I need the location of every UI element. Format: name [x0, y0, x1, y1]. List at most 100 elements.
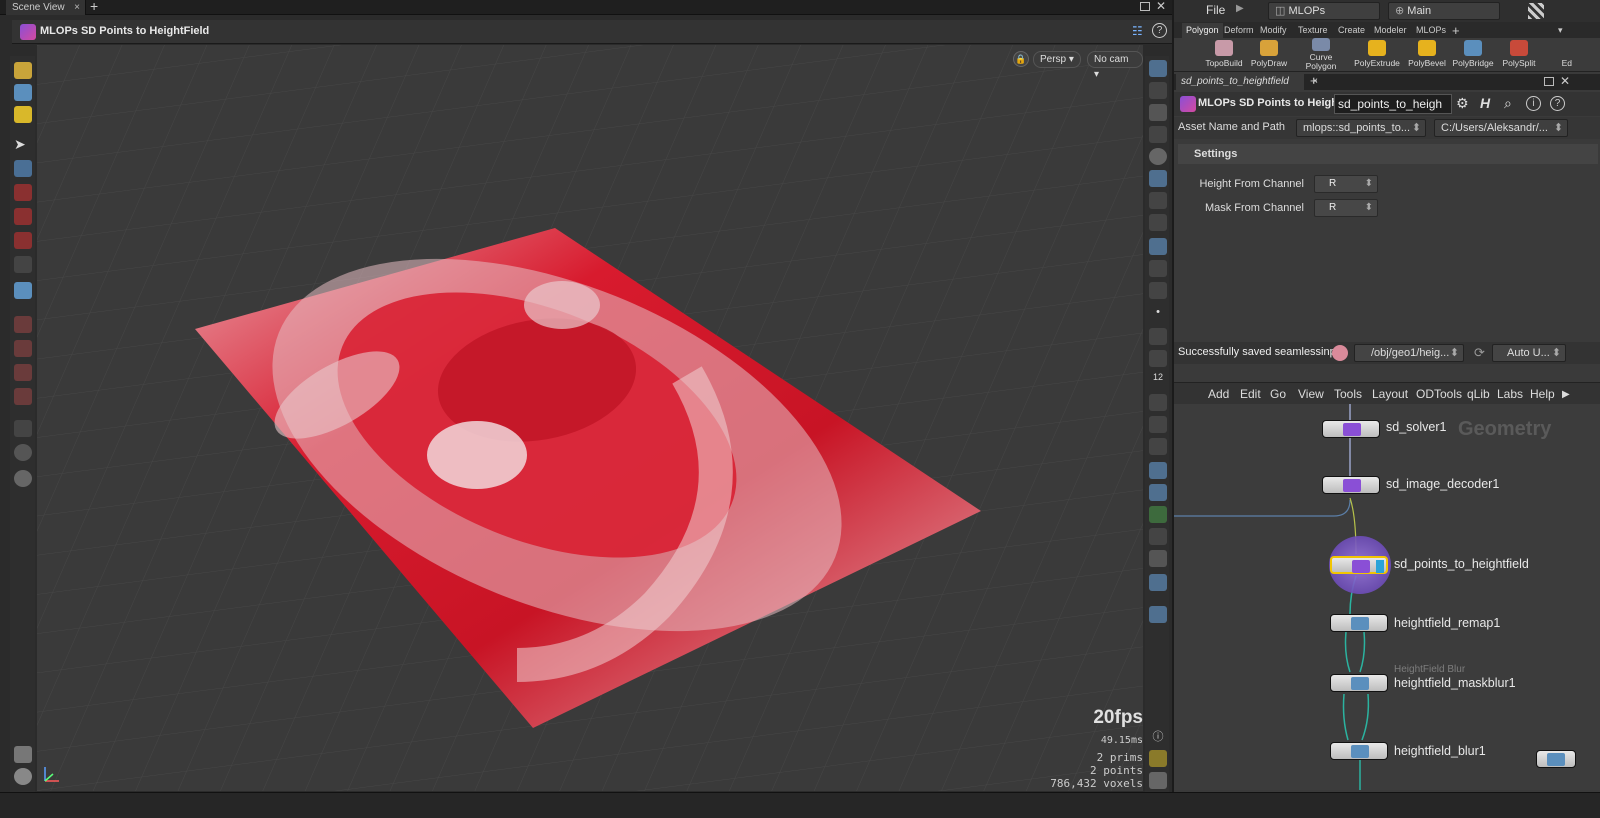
- snap-grid-icon[interactable]: [14, 316, 32, 333]
- tab-mlops[interactable]: MLOPs: [1412, 23, 1450, 38]
- tool-curve-polygon[interactable]: Curve Polygon: [1296, 38, 1346, 71]
- info-icon[interactable]: ⓘ: [1149, 728, 1167, 745]
- shadow-icon[interactable]: [1149, 214, 1167, 231]
- template-icon[interactable]: [1149, 484, 1167, 501]
- home-icon[interactable]: [1149, 82, 1167, 99]
- visualizer-icon[interactable]: [1149, 260, 1167, 277]
- menu-odtools[interactable]: ODTools: [1416, 387, 1462, 401]
- ghost-icon[interactable]: [1149, 462, 1167, 479]
- menu-go[interactable]: Go: [1270, 387, 1286, 401]
- mask-channel-select[interactable]: R ⬍: [1314, 199, 1378, 217]
- shelf-menu-icon[interactable]: ▾: [1554, 23, 1567, 38]
- move-tool-icon[interactable]: [14, 184, 32, 201]
- display-flag-icon[interactable]: [1376, 560, 1384, 573]
- help-icon[interactable]: ?: [1550, 96, 1565, 111]
- asset-name-select[interactable]: mlops::sd_points_to... ⬍: [1296, 119, 1426, 137]
- curve-display-icon[interactable]: [1149, 416, 1167, 433]
- shading-icon[interactable]: [1149, 148, 1167, 165]
- tab-modeler[interactable]: Modeler: [1370, 23, 1411, 38]
- pane-menu-icon[interactable]: [1140, 2, 1150, 11]
- close-pane-icon[interactable]: ✕: [1560, 74, 1570, 88]
- main-selector[interactable]: ⊕ Main: [1388, 2, 1500, 20]
- tool-polybridge[interactable]: PolyBridge: [1448, 40, 1498, 68]
- menu-qlib[interactable]: qLib: [1467, 387, 1490, 401]
- point-numbers-icon[interactable]: 12: [1149, 372, 1167, 389]
- info-icon[interactable]: i: [1526, 96, 1541, 111]
- gear-icon[interactable]: ⚙: [1456, 95, 1469, 112]
- guide-icon[interactable]: [1149, 282, 1167, 299]
- background-icon[interactable]: [1149, 238, 1167, 255]
- menu-layout[interactable]: Layout: [1372, 387, 1408, 401]
- node-sd-image-decoder[interactable]: [1322, 476, 1380, 494]
- menu-view[interactable]: View: [1298, 387, 1324, 401]
- pin-icon[interactable]: [1149, 606, 1167, 623]
- snap-multi-icon[interactable]: [14, 388, 32, 405]
- view-tool-icon[interactable]: [14, 420, 32, 437]
- refresh-icon[interactable]: ⟳: [1474, 345, 1485, 361]
- snap-curve-icon[interactable]: [14, 340, 32, 357]
- network-path-select[interactable]: /obj/geo1/heig... ⬍: [1354, 344, 1464, 362]
- select-points-icon[interactable]: [14, 106, 32, 123]
- search-icon[interactable]: ⌕: [1504, 95, 1512, 112]
- layout-icon[interactable]: [1149, 750, 1167, 767]
- network-editor[interactable]: Geometry sd_solver1 sd_image_decoder1 sd…: [1174, 404, 1600, 790]
- scale-tool-icon[interactable]: [14, 232, 32, 249]
- settings-folder[interactable]: Settings: [1178, 144, 1598, 164]
- lock-camera-icon[interactable]: 🔒: [1013, 51, 1029, 67]
- uv-display-icon[interactable]: [1149, 438, 1167, 455]
- add-tab-button[interactable]: +: [1310, 73, 1318, 88]
- eye-icon[interactable]: [1149, 772, 1167, 789]
- tool-polydraw[interactable]: PolyDraw: [1244, 40, 1294, 68]
- perspective-menu[interactable]: Persp ▾: [1033, 51, 1081, 68]
- light-icon[interactable]: [1149, 170, 1167, 187]
- desktop-selector[interactable]: ◫ MLOPs: [1268, 2, 1380, 20]
- help-icon[interactable]: ?: [1152, 23, 1167, 38]
- safe-area-icon[interactable]: [1149, 550, 1167, 567]
- bottom-scrollbar[interactable]: [0, 792, 1600, 818]
- pane-menu-icon[interactable]: [1544, 77, 1554, 86]
- radial-menu-icon[interactable]: [1528, 3, 1544, 19]
- prim-display-icon[interactable]: [1149, 394, 1167, 411]
- node-heightfield-blur[interactable]: [1330, 742, 1388, 760]
- add-shelf-icon[interactable]: +: [1448, 23, 1464, 38]
- brain-icon[interactable]: [1332, 345, 1348, 361]
- normals-icon[interactable]: [1149, 328, 1167, 345]
- render-icon[interactable]: [14, 768, 32, 785]
- add-tab-button[interactable]: +: [90, 0, 98, 14]
- render-region-icon[interactable]: [14, 470, 32, 487]
- node-sd-solver[interactable]: [1322, 420, 1380, 438]
- point-display-icon[interactable]: •: [1149, 306, 1167, 323]
- menu-help[interactable]: Help: [1530, 387, 1555, 401]
- tab-polygon[interactable]: Polygon: [1182, 23, 1223, 38]
- tab-texture[interactable]: Texture: [1294, 23, 1332, 38]
- headlight-icon[interactable]: [1149, 192, 1167, 209]
- camera-menu[interactable]: No cam ▾: [1087, 51, 1143, 80]
- node-heightfield-maskblur[interactable]: [1330, 674, 1388, 692]
- node-sd-points-to-heightfield[interactable]: [1330, 556, 1388, 574]
- tool-polybevel[interactable]: PolyBevel: [1402, 40, 1452, 68]
- asset-path-select[interactable]: C:/Users/Aleksandr/... ⬍: [1434, 119, 1568, 137]
- screenshot-icon[interactable]: [1149, 574, 1167, 591]
- display-options-icon[interactable]: ☷: [1132, 24, 1146, 38]
- pointer-icon[interactable]: ➤: [14, 136, 32, 153]
- tab-sd-points-to-heightfield[interactable]: sd_points_to_heightfield ×: [1176, 74, 1318, 90]
- hda-icon[interactable]: H: [1480, 95, 1490, 111]
- height-channel-select[interactable]: R ⬍: [1314, 175, 1378, 193]
- tab-deform[interactable]: Deform: [1220, 23, 1258, 38]
- display-options-icon[interactable]: [1149, 60, 1167, 77]
- lock-icon[interactable]: [14, 160, 32, 177]
- node-name-field[interactable]: sd_points_to_heigh: [1334, 94, 1452, 114]
- node-heightfield-remap[interactable]: [1330, 614, 1388, 632]
- hide-icon[interactable]: [1149, 126, 1167, 143]
- vectors-icon[interactable]: [1149, 350, 1167, 367]
- menu-edit[interactable]: Edit: [1240, 387, 1261, 401]
- file-menu[interactable]: File: [1206, 3, 1225, 17]
- select-primitives-icon[interactable]: [14, 84, 32, 101]
- close-pane-icon[interactable]: ✕: [1156, 0, 1166, 13]
- menu-labs[interactable]: Labs: [1497, 387, 1523, 401]
- tool-topobuild[interactable]: TopoBuild: [1199, 40, 1249, 68]
- wireframe-icon[interactable]: [1149, 506, 1167, 523]
- handle-tool-icon[interactable]: [14, 282, 32, 299]
- update-mode-select[interactable]: Auto U... ⬍: [1492, 344, 1566, 362]
- snap-point-icon[interactable]: [14, 364, 32, 381]
